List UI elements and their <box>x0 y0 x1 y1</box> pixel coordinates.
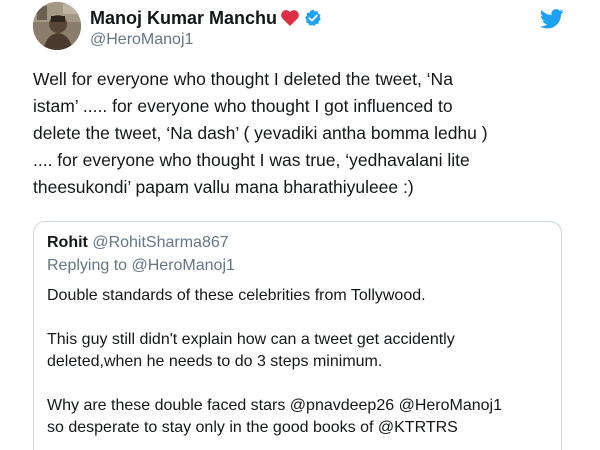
tweet-text: Well for everyone who thought I deleted … <box>33 66 563 201</box>
quoted-text-line: This guy still didn't explain how can a … <box>47 331 455 348</box>
quoted-text-line: Double standards of these celebrities fr… <box>47 287 426 304</box>
quoted-author-name[interactable]: Rohit <box>47 234 88 251</box>
quoted-paragraph: Double standards of these celebrities fr… <box>47 285 552 307</box>
replying-to-label: Replying to @HeroManoj1 <box>47 257 235 274</box>
author-name[interactable]: Manoj Kumar Manchu <box>90 8 277 29</box>
tweet-text-line: delete the tweet, ‘Na dash’ ( yevadiki a… <box>33 123 488 143</box>
quoted-paragraph: This guy still didn't explain how can a … <box>47 329 552 373</box>
quoted-text-line: so desperate to stay only in the good bo… <box>47 419 458 436</box>
embedded-tweet: Manoj Kumar Manchu @HeroManoj1 Well for … <box>0 0 600 450</box>
tweet-text-line: .... for everyone who thought I was true… <box>33 150 470 170</box>
avatar[interactable] <box>33 2 81 50</box>
author-handle[interactable]: @HeroManoj1 <box>90 31 193 49</box>
quoted-tweet-header: Rohit @RohitSharma867 <box>47 234 229 252</box>
verified-badge-icon <box>304 9 322 27</box>
quoted-paragraph: Why are these double faced stars @pnavde… <box>47 395 552 439</box>
quoted-author-handle[interactable]: @RohitSharma867 <box>92 234 228 251</box>
quoted-text-line: Why are these double faced stars @pnavde… <box>47 397 502 414</box>
twitter-bird-icon[interactable] <box>539 9 564 29</box>
tweet-text-line: Well for everyone who thought I deleted … <box>33 69 453 89</box>
red-heart-icon <box>280 9 300 27</box>
quoted-tweet-card[interactable]: Rohit @RohitSharma867 Replying to @HeroM… <box>33 221 562 450</box>
author-name-row: Manoj Kumar Manchu <box>90 7 322 29</box>
quoted-text-line: deleted,when he needs to do 3 steps mini… <box>47 353 383 370</box>
tweet-text-line: theesukondi’ papam vallu mana bharathiyu… <box>33 177 414 197</box>
quoted-tweet-body: Double standards of these celebrities fr… <box>47 285 552 450</box>
tweet-text-line: istam’ ..... for everyone who thought I … <box>33 96 453 116</box>
